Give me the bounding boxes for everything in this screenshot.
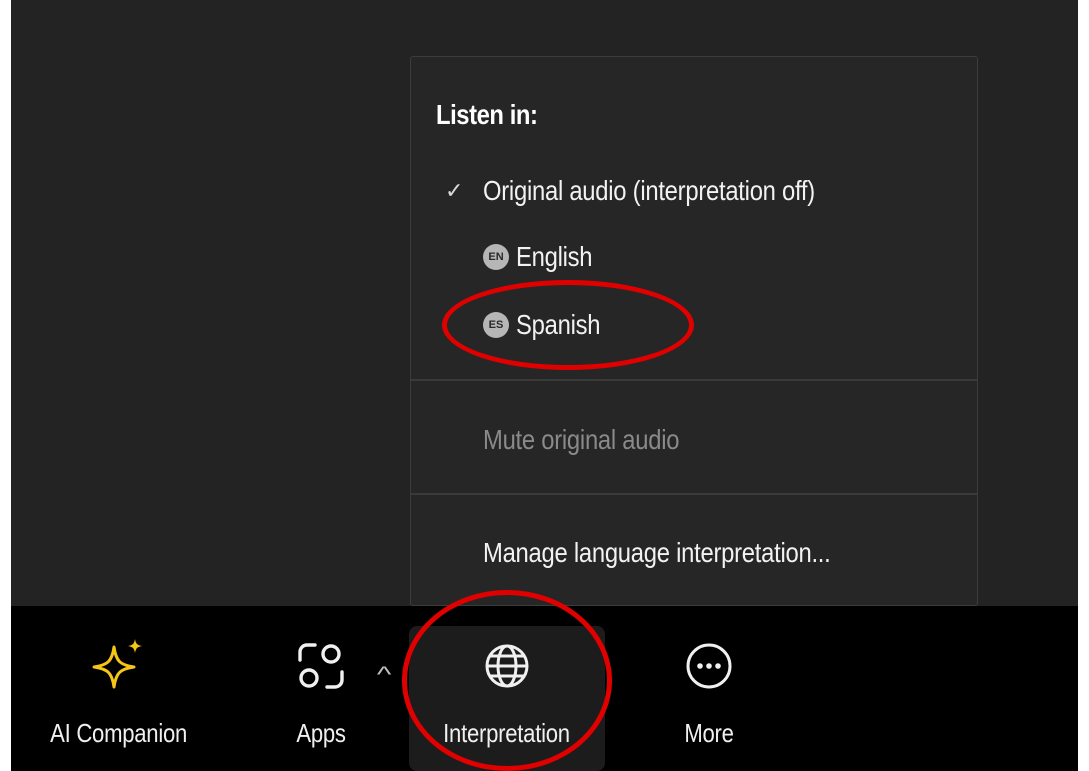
menu-item-original-audio[interactable]: ✓ Original audio (interpretation off): [411, 163, 977, 219]
menu-divider: [411, 379, 977, 381]
menu-item-english[interactable]: EN English: [411, 229, 977, 285]
menu-item-label: Manage language interpretation...: [483, 537, 831, 568]
listen-in-heading: Listen in:: [436, 99, 538, 130]
more-button[interactable]: More: [649, 606, 769, 771]
english-badge-icon: EN: [483, 244, 509, 270]
menu-item-manage-interpretation[interactable]: Manage language interpretation...: [411, 525, 977, 581]
meeting-window: Listen in: ✓ Original audio (interpretat…: [11, 0, 1078, 771]
meeting-toolbar: AI Companion Apps ^ Interpretation More: [11, 606, 1078, 771]
menu-divider: [411, 493, 977, 495]
checkmark-icon: ✓: [445, 178, 464, 203]
sparkle-icon: [89, 636, 149, 696]
ai-companion-label: AI Companion: [50, 718, 188, 748]
interpretation-menu: Listen in: ✓ Original audio (interpretat…: [410, 56, 978, 606]
apps-caret-icon[interactable]: ^: [377, 662, 391, 688]
menu-item-label: Original audio (interpretation off): [483, 175, 815, 206]
menu-item-label: Mute original audio: [483, 424, 680, 455]
ai-companion-button[interactable]: AI Companion: [39, 606, 199, 771]
more-label: More: [684, 718, 734, 748]
interpretation-button[interactable]: Interpretation: [409, 626, 605, 771]
menu-item-label: Spanish: [516, 309, 601, 340]
menu-item-mute-original-audio[interactable]: Mute original audio: [411, 412, 977, 468]
apps-label: Apps: [296, 718, 346, 748]
apps-button[interactable]: Apps: [261, 606, 381, 771]
globe-icon: [477, 636, 537, 696]
spanish-badge-icon: ES: [483, 312, 509, 338]
menu-item-spanish[interactable]: ES Spanish: [411, 297, 977, 353]
interpretation-label: Interpretation: [443, 718, 571, 748]
menu-item-label: English: [516, 241, 593, 272]
apps-icon: [291, 636, 351, 696]
more-ellipsis-icon: [679, 636, 739, 696]
